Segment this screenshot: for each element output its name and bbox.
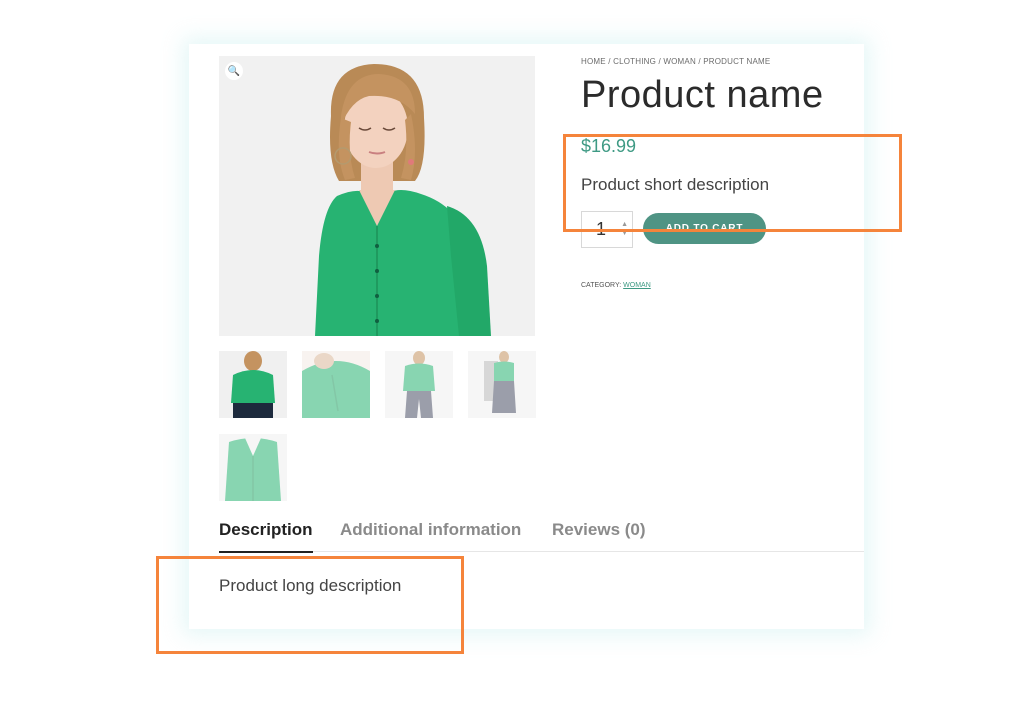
product-title: Product name	[581, 74, 824, 116]
breadcrumb-clothing[interactable]: Clothing	[613, 57, 656, 66]
breadcrumb-separator: /	[698, 57, 701, 66]
category-link[interactable]: WOMAN	[623, 282, 651, 289]
quantity-input[interactable]: 1 ▲ ▼	[581, 211, 633, 248]
thumbnail-2-image	[302, 351, 370, 418]
thumbnail-4-image	[468, 351, 536, 418]
thumbnail-2[interactable]	[302, 351, 370, 418]
breadcrumb-separator: /	[608, 57, 611, 66]
thumbnail-1[interactable]	[219, 351, 287, 418]
tab-additional-information[interactable]: Additional information	[340, 520, 521, 552]
tab-description[interactable]: Description	[219, 520, 313, 553]
thumbnail-3-image	[385, 351, 453, 418]
model-photo	[219, 56, 535, 336]
product-long-description: Product long description	[219, 576, 402, 595]
product-summary: Home / Clothing / Woman / Product name P…	[581, 56, 851, 289]
thumbnail-3[interactable]	[385, 351, 453, 418]
thumbnail-1-image	[219, 351, 287, 418]
product-price: $16.99	[581, 136, 637, 156]
breadcrumb-home[interactable]: Home	[581, 57, 606, 66]
breadcrumb-woman[interactable]: Woman	[663, 57, 696, 66]
quantity-stepper-icon[interactable]: ▲ ▼	[621, 220, 628, 238]
product-category: CATEGORY: WOMAN	[581, 282, 651, 289]
thumbnail-4[interactable]	[468, 351, 536, 418]
category-label: CATEGORY:	[581, 282, 622, 289]
add-to-cart-button[interactable]: ADD TO CART	[643, 213, 766, 244]
product-main-image[interactable]: 🔍	[219, 56, 535, 336]
quantity-value: 1	[596, 219, 607, 239]
product-tabs: Description Additional information Revie…	[219, 520, 864, 553]
thumbnail-5[interactable]	[219, 434, 287, 501]
product-short-description: Product short description	[581, 175, 770, 194]
thumbnail-5-image	[219, 434, 287, 501]
breadcrumb-current: Product name	[703, 57, 771, 66]
breadcrumb: Home / Clothing / Woman / Product name	[581, 56, 851, 68]
product-card: 🔍 HOME / CLOTHING / WOMAN / PRODUCT NAME…	[189, 44, 864, 629]
breadcrumb-separator: /	[658, 57, 661, 66]
magnifier-icon[interactable]: 🔍	[225, 62, 243, 80]
tab-reviews[interactable]: Reviews (0)	[552, 520, 646, 552]
